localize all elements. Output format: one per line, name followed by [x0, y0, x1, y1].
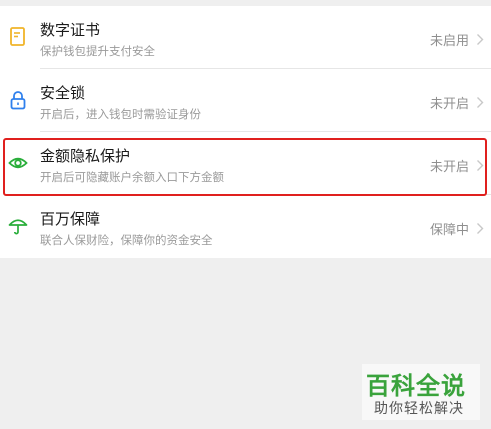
security-settings-list: 数字证书 保护钱包提升支付安全 未启用 安全锁 开启后，进入钱包时需验证身份 未… [0, 0, 491, 258]
lock-icon [8, 89, 28, 111]
watermark-subtitle: 助你轻松解决 [374, 401, 464, 417]
list-item-amount-privacy[interactable]: 金额隐私保护 开启后可隐藏账户余额入口下方金额 未开启 [0, 132, 491, 195]
item-title: 百万保障 [40, 210, 101, 228]
item-status: 未开启 [429, 160, 469, 175]
chevron-right-icon [476, 157, 484, 171]
umbrella-icon [8, 215, 28, 237]
item-subtitle: 联合人保财险，保障你的资金安全 [40, 233, 213, 247]
item-title: 安全锁 [40, 84, 86, 102]
item-subtitle: 保护钱包提升支付安全 [40, 44, 155, 58]
item-subtitle: 开启后，进入钱包时需验证身份 [40, 107, 201, 121]
chevron-right-icon [476, 220, 484, 234]
item-title: 金额隐私保护 [40, 147, 131, 165]
chevron-right-icon [476, 94, 484, 108]
watermark-title: 百科全说 [366, 372, 466, 400]
item-status: 未开启 [429, 97, 469, 112]
eye-icon [8, 152, 28, 174]
list-item-digital-certificate[interactable]: 数字证书 保护钱包提升支付安全 未启用 [0, 6, 491, 69]
list-item-security-lock[interactable]: 安全锁 开启后，进入钱包时需验证身份 未开启 [0, 69, 491, 132]
chevron-right-icon [476, 31, 484, 45]
item-subtitle: 开启后可隐藏账户余额入口下方金额 [40, 170, 224, 184]
item-status: 未启用 [429, 34, 469, 49]
certificate-icon [8, 26, 28, 48]
wallet-security-page: 数字证书 保护钱包提升支付安全 未启用 安全锁 开启后，进入钱包时需验证身份 未… [0, 0, 491, 429]
item-title: 数字证书 [40, 21, 101, 39]
watermark: 百科全说 助你轻松解决 [362, 364, 480, 420]
item-status: 保障中 [429, 223, 469, 238]
list-item-million-guarantee[interactable]: 百万保障 联合人保财险，保障你的资金安全 保障中 [0, 195, 491, 258]
